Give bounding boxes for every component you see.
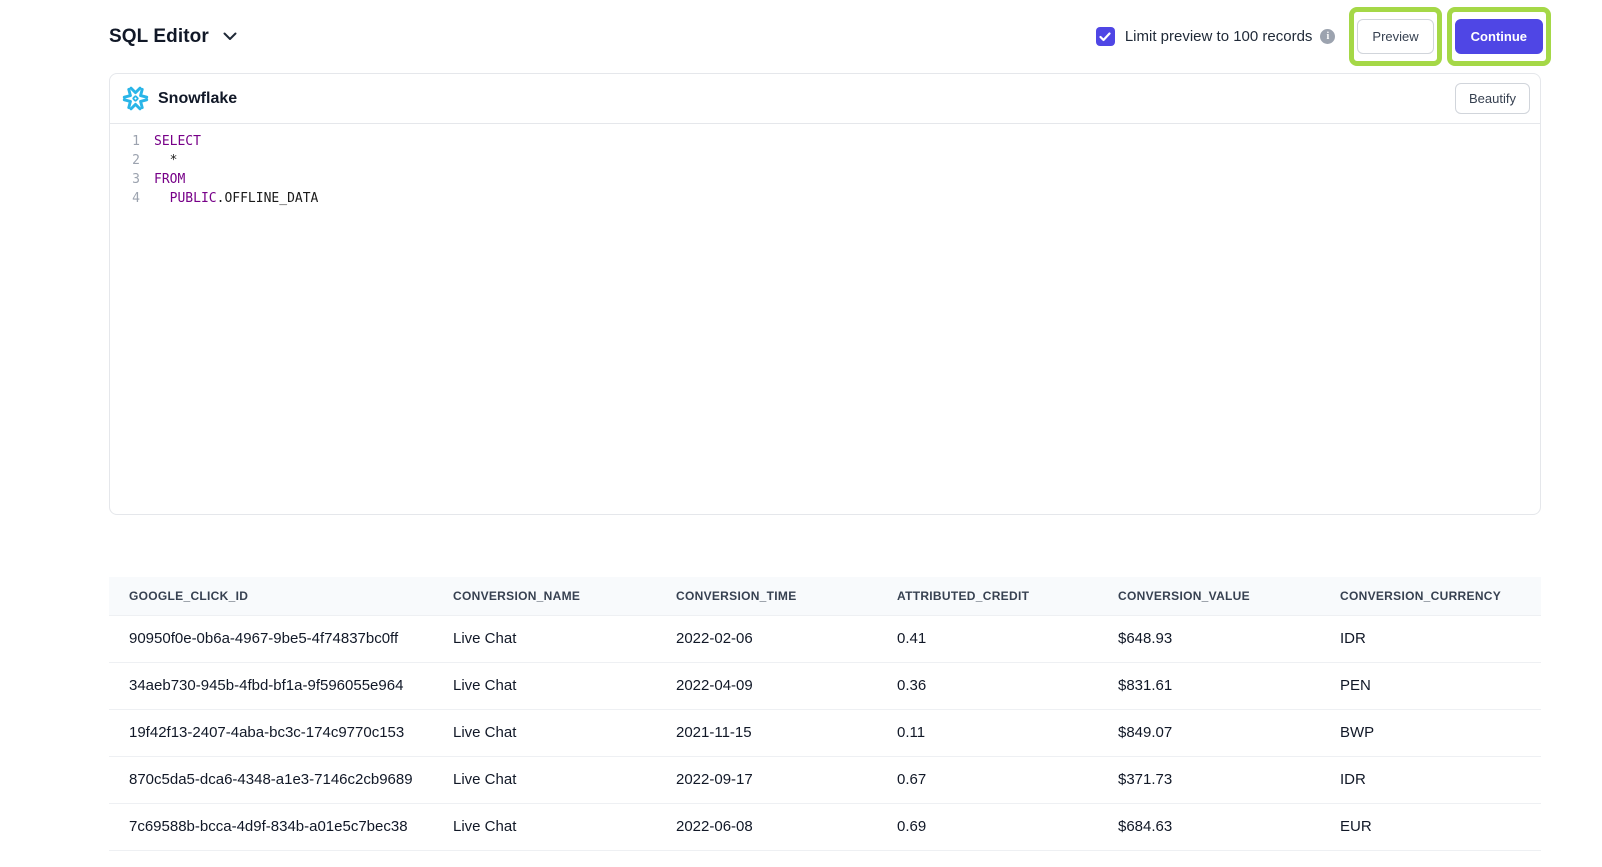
column-header: CONVERSION_VALUE (1098, 577, 1320, 615)
table-cell: 870c5da5-dca6-4348-a1e3-7146c2cb9689 (109, 756, 433, 803)
preview-annotation-box: Preview (1349, 7, 1441, 66)
connector-name: Snowflake (158, 90, 237, 108)
table-cell: Live Chat (433, 803, 656, 850)
table-cell: $684.63 (1098, 803, 1320, 850)
table-cell: 0.69 (877, 803, 1098, 850)
code-line[interactable]: 1SELECT (110, 132, 1540, 151)
table-cell: 34aeb730-945b-4fbd-bf1a-9f596055e964 (109, 662, 433, 709)
table-cell: 19f42f13-2407-4aba-bc3c-174c9770c153 (109, 709, 433, 756)
table-cell: BWP (1320, 709, 1541, 756)
table-cell: IDR (1320, 756, 1541, 803)
code-line[interactable]: 3FROM (110, 170, 1540, 189)
page-title: SQL Editor (109, 26, 209, 48)
table-cell: 0.11 (877, 709, 1098, 756)
table-cell: $648.93 (1098, 615, 1320, 662)
table-cell: EUR (1320, 803, 1541, 850)
code-text: * (140, 151, 177, 170)
editor-header: Snowflake Beautify (110, 74, 1540, 124)
continue-annotation-box: Continue (1447, 7, 1551, 66)
table-cell: PEN (1320, 662, 1541, 709)
continue-button[interactable]: Continue (1455, 19, 1543, 54)
code-text: FROM (140, 170, 185, 189)
limit-preview-checkbox[interactable] (1096, 27, 1115, 46)
table-cell: 0.67 (877, 756, 1098, 803)
code-line[interactable]: 2 * (110, 151, 1540, 170)
table-cell: 90950f0e-0b6a-4967-9be5-4f74837bc0ff (109, 615, 433, 662)
column-header: CONVERSION_CURRENCY (1320, 577, 1541, 615)
table-row: 870c5da5-dca6-4348-a1e3-7146c2cb9689Live… (109, 756, 1541, 803)
title-dropdown-toggle[interactable] (221, 30, 239, 43)
column-header: CONVERSION_TIME (656, 577, 877, 615)
code-text: PUBLIC.OFFLINE_DATA (140, 189, 318, 208)
sql-editor-panel: Snowflake Beautify 1SELECT2 *3FROM4 PUBL… (109, 73, 1541, 515)
table-cell: 2022-09-17 (656, 756, 877, 803)
table-header-row: GOOGLE_CLICK_ID CONVERSION_NAME CONVERSI… (109, 577, 1541, 615)
line-number: 3 (110, 170, 140, 189)
table-row: 90950f0e-0b6a-4967-9be5-4f74837bc0ffLive… (109, 615, 1541, 662)
table-cell: $849.07 (1098, 709, 1320, 756)
checkmark-icon (1099, 32, 1111, 42)
table-cell: 2022-04-09 (656, 662, 877, 709)
table-cell: 2021-11-15 (656, 709, 877, 756)
code-line[interactable]: 4 PUBLIC.OFFLINE_DATA (110, 189, 1540, 208)
limit-preview-control: Limit preview to 100 records i (1096, 27, 1336, 46)
table-cell: IDR (1320, 615, 1541, 662)
preview-button[interactable]: Preview (1357, 19, 1433, 54)
snowflake-logo-icon (122, 85, 149, 112)
table-cell: $831.61 (1098, 662, 1320, 709)
column-header: ATTRIBUTED_CREDIT (877, 577, 1098, 615)
top-bar: SQL Editor Limit preview to 100 records … (0, 0, 1602, 73)
table-cell: 2022-02-06 (656, 615, 877, 662)
table-cell: 0.36 (877, 662, 1098, 709)
sql-code-editor[interactable]: 1SELECT2 *3FROM4 PUBLIC.OFFLINE_DATA (110, 124, 1540, 515)
beautify-button[interactable]: Beautify (1455, 83, 1530, 114)
chevron-down-icon (223, 32, 237, 41)
column-header: CONVERSION_NAME (433, 577, 656, 615)
limit-preview-label: Limit preview to 100 records (1125, 28, 1313, 45)
code-text: SELECT (140, 132, 201, 151)
info-icon[interactable]: i (1320, 29, 1335, 44)
column-header: GOOGLE_CLICK_ID (109, 577, 433, 615)
table-cell: $371.73 (1098, 756, 1320, 803)
results-preview-table: GOOGLE_CLICK_ID CONVERSION_NAME CONVERSI… (109, 577, 1541, 851)
table-cell: Live Chat (433, 709, 656, 756)
line-number: 2 (110, 151, 140, 170)
table-row: 7c69588b-bcca-4d9f-834b-a01e5c7bec38Live… (109, 803, 1541, 850)
table-cell: 0.41 (877, 615, 1098, 662)
table-cell: 7c69588b-bcca-4d9f-834b-a01e5c7bec38 (109, 803, 433, 850)
table-row: 19f42f13-2407-4aba-bc3c-174c9770c153Live… (109, 709, 1541, 756)
table-cell: Live Chat (433, 662, 656, 709)
table-cell: Live Chat (433, 615, 656, 662)
line-number: 1 (110, 132, 140, 151)
table-cell: 2022-06-08 (656, 803, 877, 850)
table-row: 34aeb730-945b-4fbd-bf1a-9f596055e964Live… (109, 662, 1541, 709)
line-number: 4 (110, 189, 140, 208)
table-cell: Live Chat (433, 756, 656, 803)
